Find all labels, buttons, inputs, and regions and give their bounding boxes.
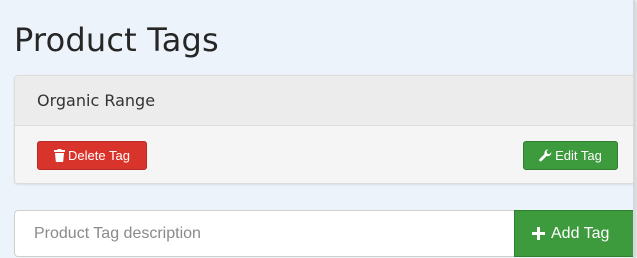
edit-tag-label: Edit Tag (555, 148, 602, 163)
add-tag-button[interactable]: Add Tag (514, 210, 633, 257)
add-tag-label: Add Tag (551, 224, 610, 242)
add-tag-form: Add Tag (14, 210, 633, 257)
tag-panel: Organic Range Delete Tag Edit Tag (14, 75, 633, 184)
wrench-icon (539, 149, 552, 162)
page-title: Product Tags (14, 21, 219, 59)
tag-panel-header: Organic Range (15, 76, 633, 126)
delete-tag-label: Delete Tag (68, 148, 130, 163)
trash-icon (54, 149, 66, 162)
tag-name: Organic Range (37, 91, 156, 110)
plus-icon (532, 227, 545, 240)
product-tags-window: Product Tags Organic Range Delete Tag Ed… (0, 0, 635, 258)
edit-tag-button[interactable]: Edit Tag (523, 141, 618, 170)
delete-tag-button[interactable]: Delete Tag (37, 141, 147, 170)
tag-description-input[interactable] (14, 210, 514, 257)
